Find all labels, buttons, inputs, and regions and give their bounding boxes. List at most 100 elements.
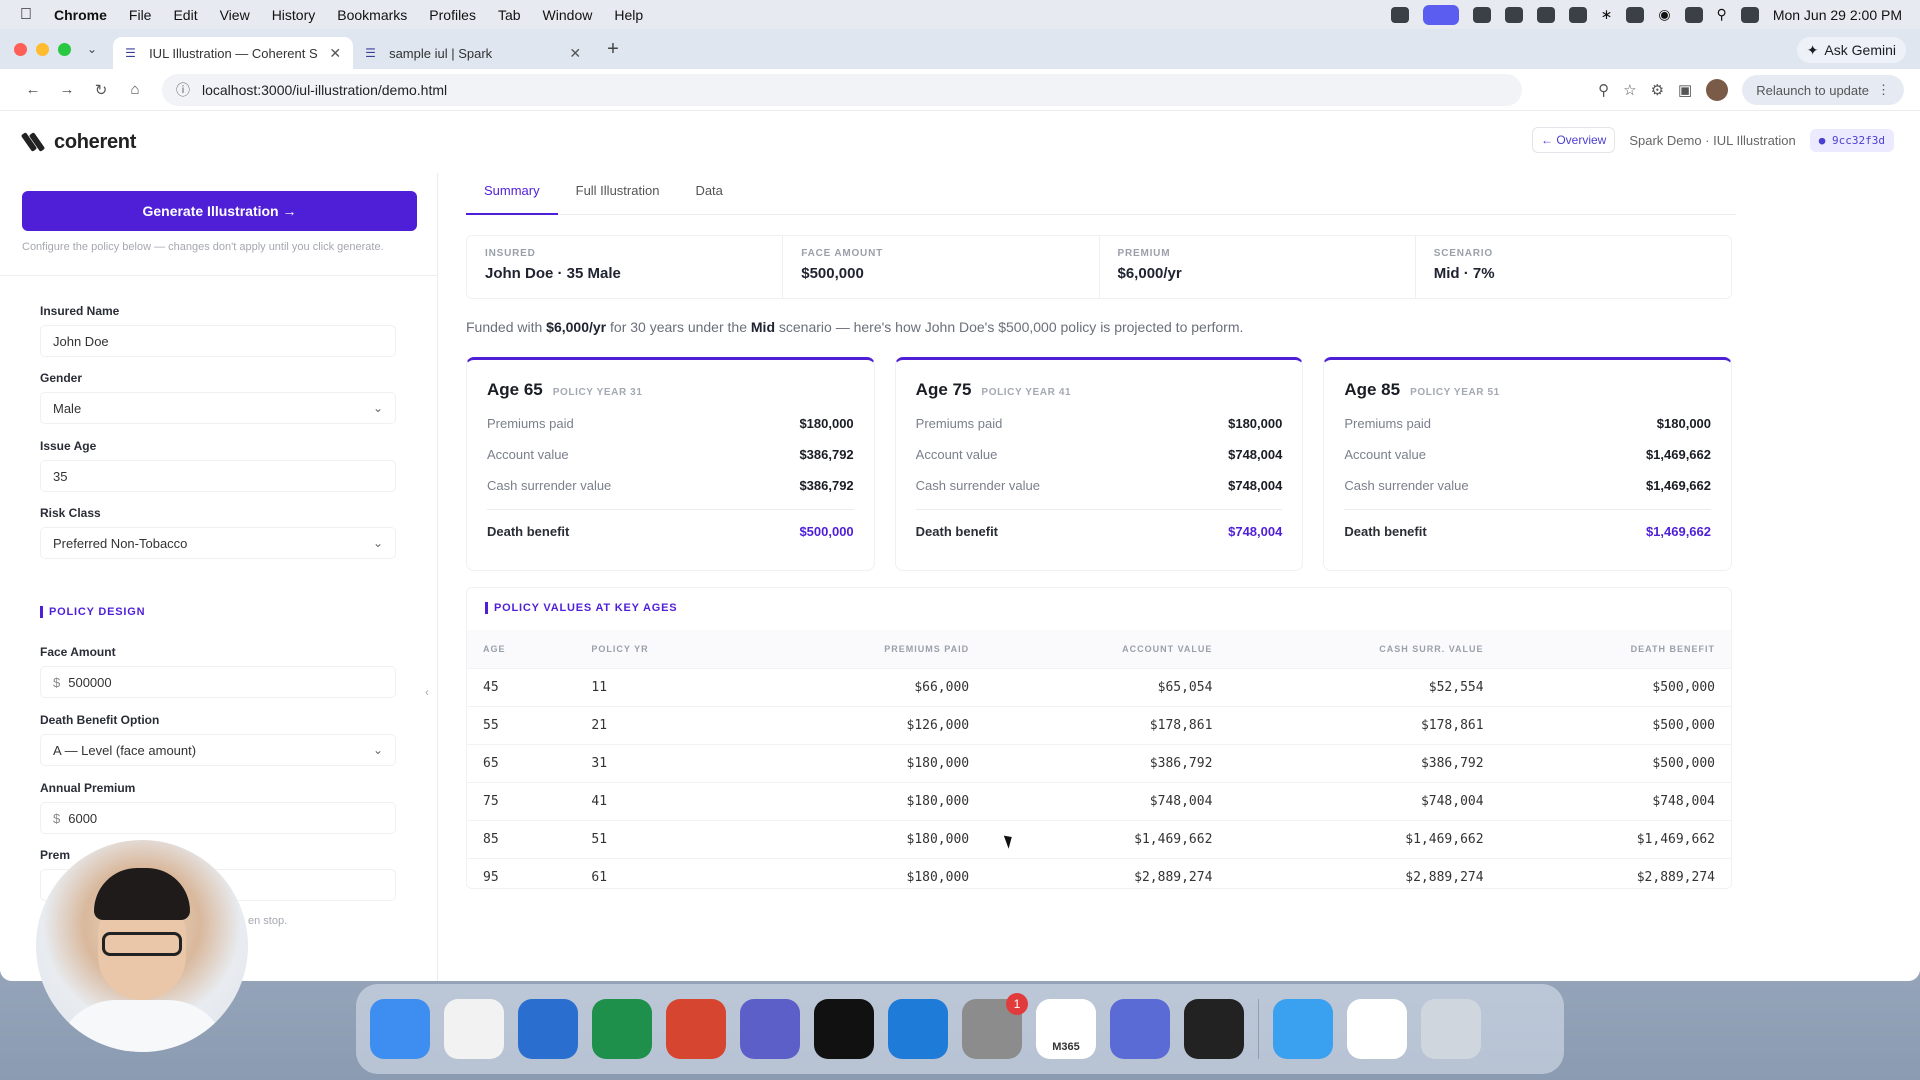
profile-avatar[interactable] <box>1706 79 1729 101</box>
menu-tab[interactable]: Tab <box>498 7 521 23</box>
risk-class-select[interactable]: Preferred Non-Tobacco ⌄ <box>40 527 396 559</box>
powerpoint-icon[interactable] <box>666 999 726 1059</box>
screen-share-icon[interactable] <box>1390 6 1409 23</box>
policy-values-table-title: POLICY VALUES AT KEY AGES <box>485 602 677 614</box>
minimize-window-button[interactable] <box>36 42 49 56</box>
battery-icon[interactable] <box>1684 6 1703 23</box>
premiums-paid-value: $180,000 <box>1656 416 1712 431</box>
chevron-down-icon: ⌄ <box>372 743 383 757</box>
cash-surrender-value: $1,469,662 <box>1645 478 1712 493</box>
teams-status-icon[interactable] <box>1472 6 1491 23</box>
issue-age-input[interactable]: 35 <box>40 460 396 492</box>
menu-app-name[interactable]: Chrome <box>54 7 107 23</box>
input-source-icon[interactable] <box>1626 6 1645 23</box>
tab-full-illustration[interactable]: Full Illustration <box>558 173 678 215</box>
chrome-icon[interactable] <box>444 999 504 1059</box>
gemini-sparkle-icon: ✦ <box>1806 41 1819 58</box>
cell-csv: $52,554 <box>1228 667 1500 706</box>
overview-button[interactable]: ← Overview <box>1532 127 1616 153</box>
tab-title: sample iul | Spark <box>389 45 493 61</box>
cell-account: $2,889,274 <box>985 857 1229 896</box>
wifi-icon[interactable]: ◉ <box>1658 6 1670 23</box>
tab-search-chevron-icon[interactable]: ⌄ <box>87 42 97 56</box>
quicktime-icon[interactable] <box>1273 999 1333 1059</box>
row-label: Account value <box>1344 447 1427 462</box>
extension-icon[interactable]: ⚙ <box>1651 81 1664 99</box>
death-benefit-option-select[interactable]: A — Level (face amount) ⌄ <box>40 734 396 766</box>
home-icon[interactable]: ⌂ <box>118 81 152 98</box>
excel-icon[interactable] <box>592 999 652 1059</box>
camera-icon[interactable] <box>1504 6 1523 23</box>
vscode-icon[interactable] <box>888 999 948 1059</box>
tab-iul-illustration[interactable]: ☰ IUL Illustration — Coherent S ✕ <box>113 37 354 69</box>
window-controls <box>14 42 71 56</box>
close-window-button[interactable] <box>14 42 27 56</box>
menu-view[interactable]: View <box>220 7 250 23</box>
reload-icon[interactable]: ↻ <box>84 81 118 99</box>
system-settings-icon[interactable]: 1 <box>962 993 1028 1059</box>
headphones-icon[interactable] <box>1568 6 1587 23</box>
close-tab-icon[interactable]: ✕ <box>329 45 341 62</box>
zoom-icon[interactable]: ⚲ <box>1598 81 1609 99</box>
coherent-favicon-icon: ☰ <box>125 46 136 60</box>
premiums-paid-value: $180,000 <box>1228 416 1283 431</box>
row-label: Cash surrender value <box>1344 478 1469 493</box>
tab-strip: ⌄ ☰ IUL Illustration — Coherent S ✕ ☰ sa… <box>0 29 1920 69</box>
annual-premium-input[interactable]: $ 6000 <box>40 802 396 834</box>
obs-icon[interactable] <box>1184 999 1244 1059</box>
menu-window[interactable]: Window <box>543 7 593 23</box>
back-arrow-icon[interactable]: ← <box>16 81 50 98</box>
trash-icon[interactable] <box>1421 999 1481 1059</box>
outlook-icon[interactable] <box>518 999 578 1059</box>
close-tab-icon[interactable]: ✕ <box>569 45 581 62</box>
zoom-window-button[interactable] <box>58 42 71 56</box>
new-tab-plus-icon[interactable]: + <box>607 38 619 61</box>
macos-menubar:  Chrome File Edit View History Bookmark… <box>0 0 1920 29</box>
spotlight-icon[interactable]: ⚲ <box>1717 6 1727 23</box>
files-icon[interactable] <box>1347 999 1407 1059</box>
chatgpt-icon[interactable] <box>814 999 874 1059</box>
menu-help[interactable]: Help <box>614 7 643 23</box>
tab-data[interactable]: Data <box>677 173 740 215</box>
row-label: Death benefit <box>487 524 570 539</box>
tab-summary[interactable]: Summary <box>466 173 558 215</box>
bluetooth-icon[interactable]: ∗ <box>1601 6 1613 23</box>
ask-gemini-button[interactable]: ✦ Ask Gemini <box>1796 37 1906 63</box>
menu-bookmarks[interactable]: Bookmarks <box>337 7 407 23</box>
mic-app-icon[interactable] <box>1110 999 1170 1059</box>
menubar-clock[interactable]: Mon Jun 29 2:00 PM <box>1773 7 1902 23</box>
row-label: Cash surrender value <box>487 478 612 493</box>
collapse-sidebar-chevron-icon[interactable]: ‹ <box>425 685 429 699</box>
tab-sample-iul-spark[interactable]: ☰ sample iul | Spark ✕ <box>353 37 593 69</box>
control-center-icon[interactable] <box>1740 6 1759 23</box>
insured-name-value: John Doe <box>53 333 109 349</box>
menu-edit[interactable]: Edit <box>173 7 197 23</box>
relaunch-to-update-button[interactable]: Relaunch to update ⋮ <box>1742 75 1904 105</box>
play-icon[interactable] <box>1536 6 1555 23</box>
address-bar[interactable]: ⓘ localhost:3000/iul-illustration/demo.h… <box>162 73 1522 106</box>
puzzle-extensions-icon[interactable]: ▣ <box>1678 81 1692 99</box>
stage-manager-icon[interactable] <box>1422 4 1459 25</box>
menu-profiles[interactable]: Profiles <box>429 7 476 23</box>
generate-illustration-button[interactable]: Generate Illustration → <box>22 191 417 231</box>
cell-csv: $178,861 <box>1228 705 1500 744</box>
gender-select[interactable]: Male ⌄ <box>40 392 396 424</box>
finder-icon[interactable] <box>370 999 430 1059</box>
teams-icon[interactable] <box>740 999 800 1059</box>
insured-name-input[interactable]: John Doe <box>40 325 396 357</box>
dock-separator <box>1258 999 1259 1059</box>
menu-file[interactable]: File <box>129 7 152 23</box>
funded-text: for 30 years under the <box>606 319 751 335</box>
notification-badge: 1 <box>1006 993 1028 1015</box>
m365-icon[interactable]: M365 <box>1036 999 1096 1059</box>
death-benefit-option-value: A — Level (face amount) <box>53 742 197 758</box>
site-info-icon[interactable]: ⓘ <box>176 80 190 100</box>
forward-arrow-icon[interactable]: → <box>50 81 84 98</box>
table-row: 75 41 $180,000 $748,004 $748,004 $748,004 <box>467 781 1731 820</box>
apple-icon[interactable]:  <box>20 6 32 24</box>
bookmark-star-icon[interactable]: ☆ <box>1623 81 1636 99</box>
menu-history[interactable]: History <box>272 7 316 23</box>
face-amount-input[interactable]: $ 500000 <box>40 666 396 698</box>
kebab-menu-icon[interactable]: ⋮ <box>1877 82 1890 98</box>
card-age-75: Age 75 POLICY YEAR 41 Premiums paid $180,0… <box>894 357 1304 571</box>
